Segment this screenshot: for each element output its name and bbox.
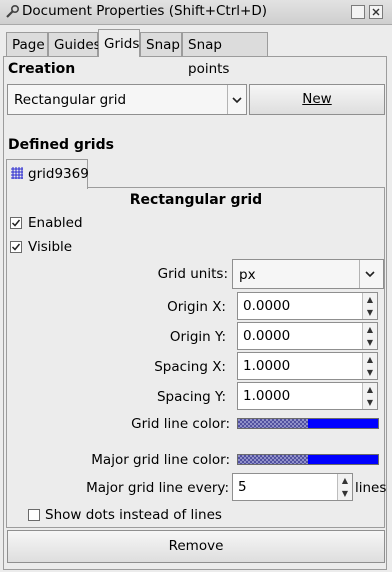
enabled-label: Enabled — [28, 215, 83, 231]
spin-arrows[interactable]: ▲ ▼ — [362, 353, 377, 379]
tab-snap[interactable]: Snap — [140, 32, 182, 56]
new-grid-button[interactable]: New — [249, 84, 385, 115]
spin-down-icon[interactable]: ▼ — [365, 307, 375, 319]
show-dots-checkbox[interactable] — [28, 509, 40, 521]
checkmark-icon — [11, 243, 21, 251]
major-grid-line-color-swatch[interactable] — [237, 454, 379, 465]
spin-down-icon[interactable]: ▼ — [365, 367, 375, 379]
enabled-checkbox[interactable] — [10, 217, 22, 229]
defined-grids-heading: Defined grids — [8, 137, 114, 153]
major-grid-line-color-label: Major grid line color: — [91, 452, 230, 468]
checkmark-icon — [11, 219, 21, 227]
major-every-spinbutton[interactable]: 5 ▲ ▼ — [232, 473, 353, 501]
spin-arrows[interactable]: ▲ ▼ — [362, 383, 377, 409]
spacing-y-label: Spacing Y: — [156, 389, 226, 405]
grid-type-select[interactable]: Rectangular grid — [7, 84, 247, 115]
rectangular-grid-heading: Rectangular grid — [129, 192, 263, 208]
window-shade-button[interactable] — [351, 5, 365, 19]
tab-snap-points[interactable]: Snap points — [182, 32, 268, 77]
spacing-x-value: 1.0000 — [243, 358, 291, 374]
origin-y-spinbutton[interactable]: 0.0000 ▲ ▼ — [237, 322, 378, 350]
remove-grid-button[interactable]: Remove — [7, 530, 385, 563]
grid-icon — [11, 167, 23, 179]
window-close-button[interactable] — [369, 5, 383, 19]
grid-units-label: Grid units: — [157, 266, 228, 282]
grid-line-color-label: Grid line color: — [131, 416, 230, 432]
tab-page[interactable]: Page — [6, 32, 48, 56]
grid-units-select[interactable]: px — [232, 259, 384, 289]
grid-line-color-swatch[interactable] — [237, 418, 379, 429]
spin-up-icon[interactable]: ▲ — [365, 294, 375, 306]
combo-separator — [359, 260, 360, 288]
chevron-down-icon — [232, 97, 242, 104]
show-dots-label: Show dots instead of lines — [45, 507, 222, 523]
spin-arrows[interactable]: ▲ ▼ — [362, 293, 377, 319]
grid-tab-label: grid9369 — [28, 166, 89, 182]
origin-y-value: 0.0000 — [243, 328, 291, 344]
close-icon — [372, 8, 380, 16]
color-fill — [308, 455, 378, 464]
origin-x-label: Origin X: — [167, 299, 226, 315]
major-every-label: Major grid line every: — [86, 480, 229, 496]
tab-guides[interactable]: Guides — [48, 32, 101, 56]
visible-label: Visible — [28, 239, 73, 255]
grid-type-value: Rectangular grid — [14, 92, 127, 108]
spin-up-icon[interactable]: ▲ — [340, 475, 350, 487]
spin-up-icon[interactable]: ▲ — [365, 384, 375, 396]
wrench-icon — [6, 4, 20, 18]
spacing-y-spinbutton[interactable]: 1.0000 ▲ ▼ — [237, 382, 378, 410]
spin-down-icon[interactable]: ▼ — [365, 337, 375, 349]
combo-separator — [227, 85, 228, 114]
spacing-x-label: Spacing X: — [154, 359, 226, 375]
major-every-value: 5 — [238, 479, 247, 495]
spin-up-icon[interactable]: ▲ — [365, 324, 375, 336]
alpha-checker — [238, 455, 308, 464]
spin-arrows[interactable]: ▲ ▼ — [337, 474, 352, 500]
spin-down-icon[interactable]: ▼ — [365, 397, 375, 409]
creation-heading: Creation — [8, 61, 76, 77]
tab-grid9369[interactable]: grid9369 — [6, 159, 89, 189]
new-button-label: New — [302, 91, 332, 107]
alpha-checker — [238, 419, 308, 428]
origin-x-value: 0.0000 — [243, 298, 291, 314]
chevron-down-icon — [365, 271, 375, 278]
origin-x-spinbutton[interactable]: 0.0000 ▲ ▼ — [237, 292, 378, 320]
visible-checkbox[interactable] — [10, 241, 22, 253]
title-bar: Document Properties (Shift+Ctrl+D) — [0, 0, 392, 25]
spin-arrows[interactable]: ▲ ▼ — [362, 323, 377, 349]
grid-units-value: px — [239, 267, 256, 283]
origin-y-label: Origin Y: — [169, 329, 226, 345]
remove-button-label: Remove — [168, 538, 224, 554]
color-fill — [308, 419, 378, 428]
spacing-y-value: 1.0000 — [243, 388, 291, 404]
tab-grids[interactable]: Grids — [98, 29, 140, 57]
spin-down-icon[interactable]: ▼ — [340, 488, 350, 500]
window-title: Document Properties (Shift+Ctrl+D) — [22, 3, 268, 19]
spin-up-icon[interactable]: ▲ — [365, 354, 375, 366]
spacing-x-spinbutton[interactable]: 1.0000 ▲ ▼ — [237, 352, 378, 380]
major-every-unit: lines — [355, 480, 387, 496]
